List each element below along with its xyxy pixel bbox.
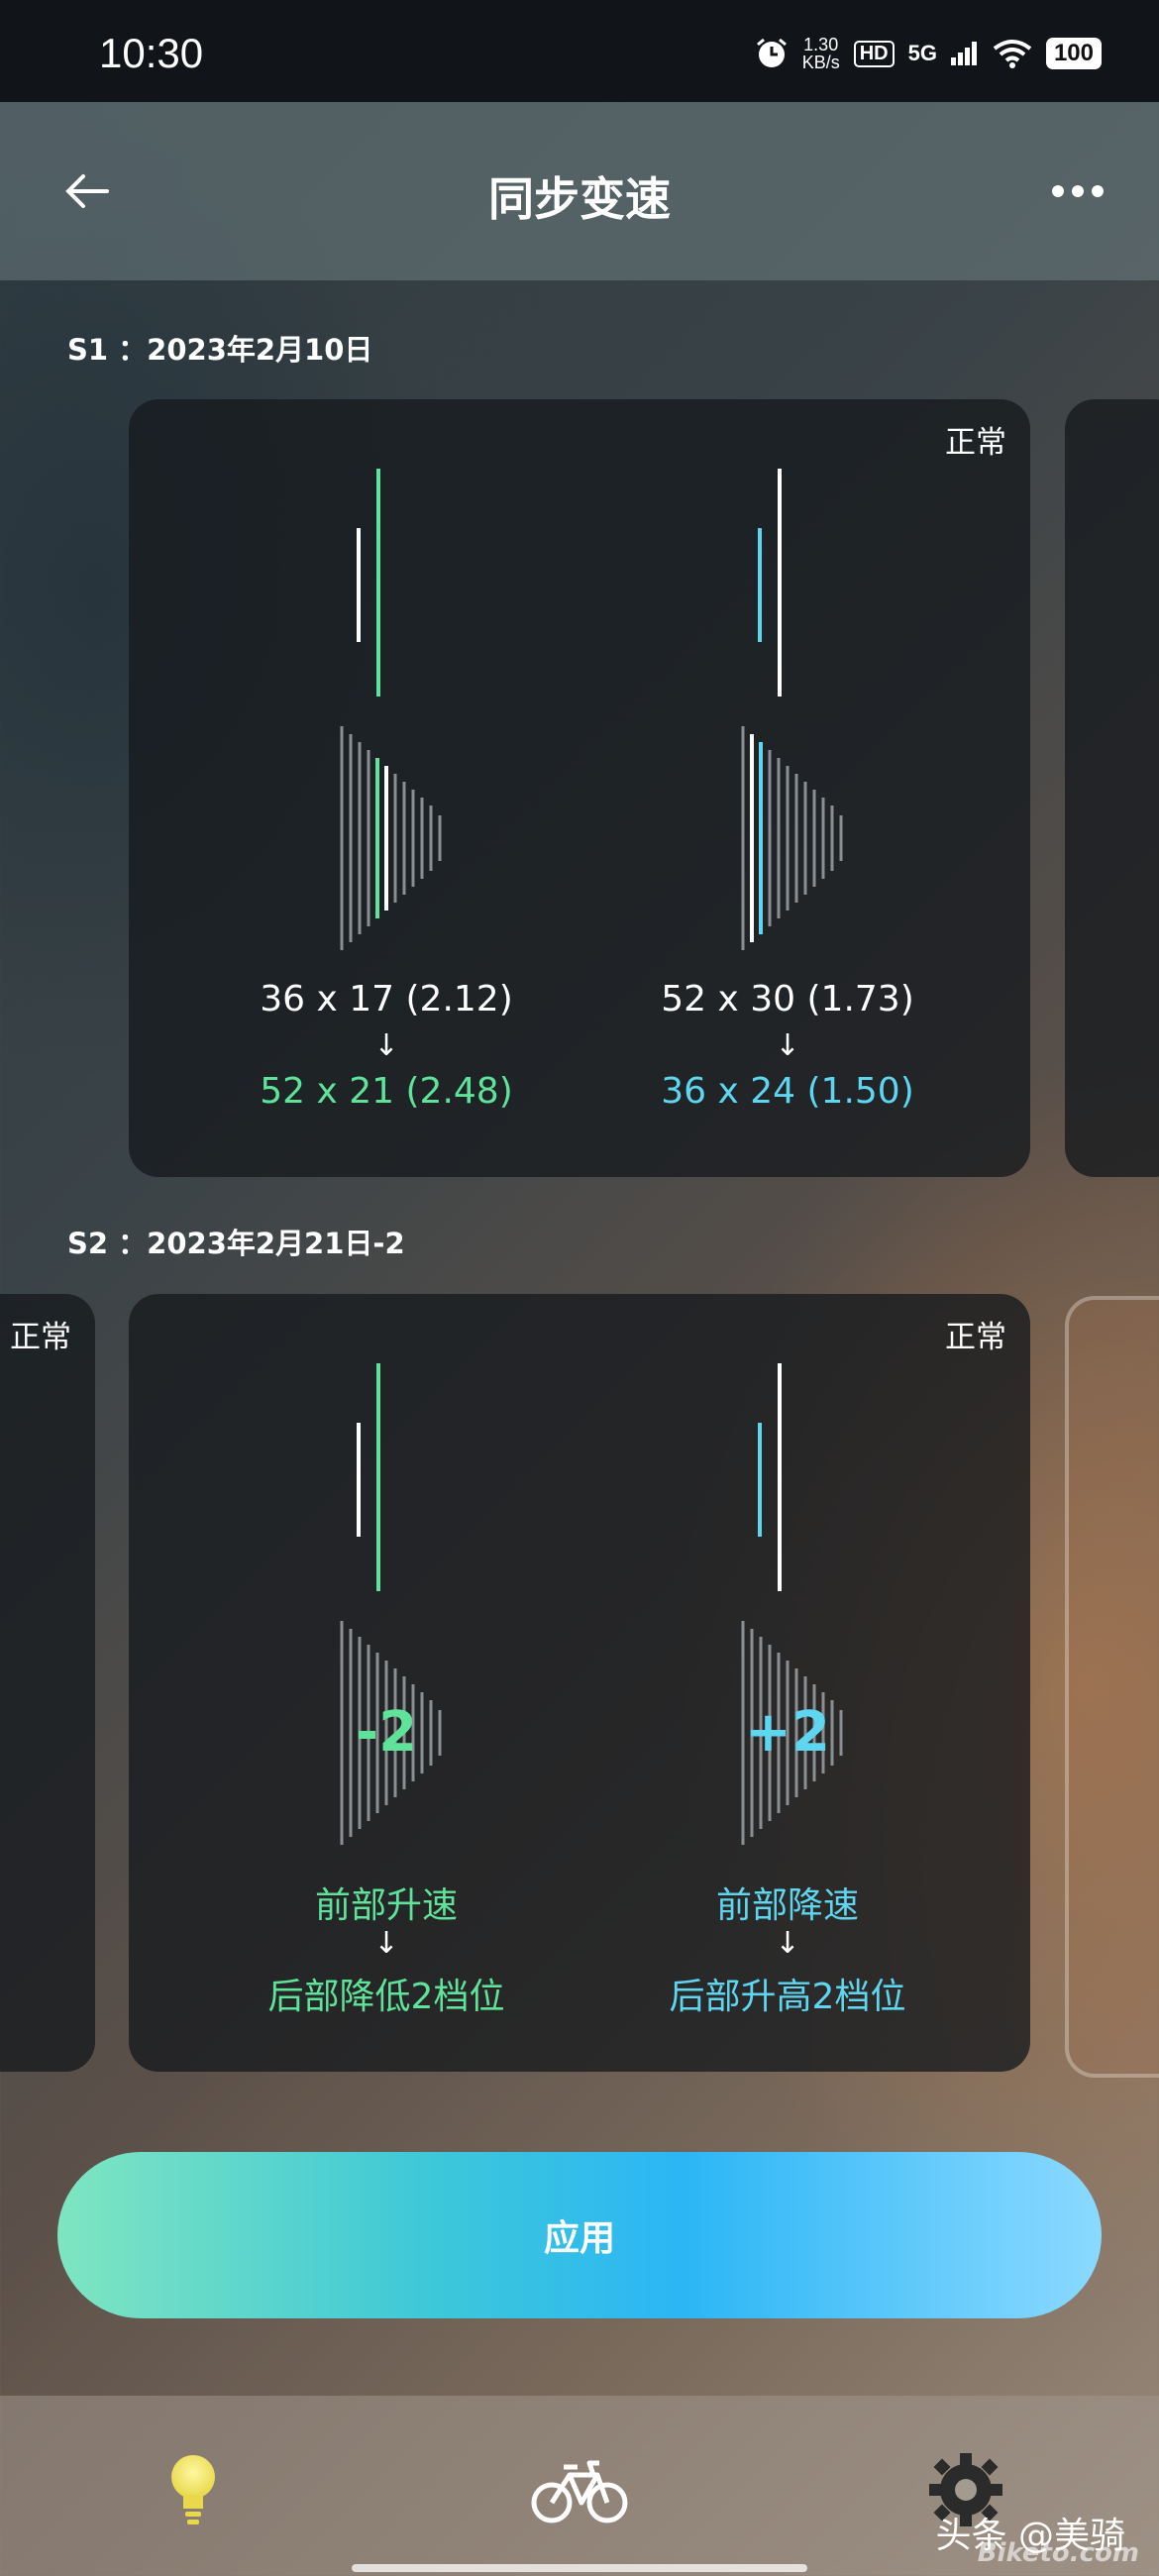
left-arrow: ↓: [373, 1926, 399, 1961]
battery-icon: 100: [1045, 38, 1102, 69]
section-title-s2: S2 ：2023年2月21日-2: [67, 1227, 405, 1260]
left-shift-value: -2: [355, 1700, 418, 1765]
status-label: 正常: [945, 1320, 1006, 1355]
add-card-edge[interactable]: [1065, 1296, 1159, 2078]
next-card-edge[interactable]: [1065, 399, 1159, 1177]
net-speed: 1.30 KB/s: [802, 36, 840, 71]
page-title: 同步变速: [488, 172, 671, 226]
right-line2: 后部升高2档位: [669, 1977, 906, 2017]
right-to-ratio: 36 x 24 (1.50): [661, 1071, 914, 1112]
left-line1: 前部升速: [314, 1885, 458, 1926]
right-arrow: ↓: [775, 1028, 800, 1063]
app-header: 同步变速: [0, 102, 1159, 280]
status-label: 正常: [945, 425, 1006, 461]
net-speed-value: 1.30: [803, 35, 839, 54]
left-to-ratio: 52 x 21 (2.48): [260, 1071, 513, 1112]
chainring-diagram-right: [758, 469, 782, 697]
chainring-diagram-left: [357, 1363, 380, 1591]
home-indicator[interactable]: [352, 2564, 807, 2572]
prev-card-status: 正常: [10, 1320, 71, 1355]
right-line1: 前部降速: [715, 1885, 859, 1926]
status-time: 10:30: [99, 30, 204, 76]
network-type: 5G: [907, 41, 937, 65]
chainring-diagram-right: [758, 1363, 782, 1591]
left-from-ratio: 36 x 17 (2.12): [260, 979, 513, 1020]
shift-card-s1[interactable]: 正常 36 x 17 (2.12) ↓ 52 x 21 (2.48) 52 x …: [129, 399, 1030, 1177]
shift-card-s2[interactable]: 正常 -2 前部升速 ↓ 后部降低2档位 +2 前部降速 ↓ 后部升高2档位: [129, 1294, 1030, 2072]
chainring-diagram-left: [357, 469, 380, 697]
apply-button[interactable]: 应用: [57, 2152, 1102, 2318]
wifi-icon: [993, 40, 1032, 68]
prev-card-edge[interactable]: 正常: [0, 1294, 95, 2072]
signal-icon: [950, 42, 977, 65]
more-horizontal-icon[interactable]: [1048, 171, 1107, 211]
left-arrow: ↓: [373, 1028, 399, 1063]
section-title-s1: S1 ：2023年2月10日: [67, 333, 373, 367]
right-shift-value: +2: [745, 1700, 830, 1765]
status-icons: 1.30 KB/s HD 5G 100: [755, 36, 1102, 71]
alarm-icon: [756, 38, 787, 67]
bulb-icon[interactable]: [144, 2445, 243, 2534]
bicycle-icon[interactable]: [530, 2445, 629, 2534]
cassette-diagram-left: [340, 726, 442, 950]
hd-badge: HD: [853, 40, 895, 67]
net-speed-unit: KB/s: [801, 53, 840, 72]
left-line2: 后部降低2档位: [267, 1977, 505, 2017]
right-arrow: ↓: [775, 1926, 800, 1961]
status-bar: 10:30 1.30 KB/s HD 5G 100: [0, 0, 1159, 102]
watermark-sub: Biketo.com: [977, 2538, 1139, 2568]
cassette-diagram-right: [741, 726, 843, 950]
right-from-ratio: 52 x 30 (1.73): [661, 979, 914, 1020]
